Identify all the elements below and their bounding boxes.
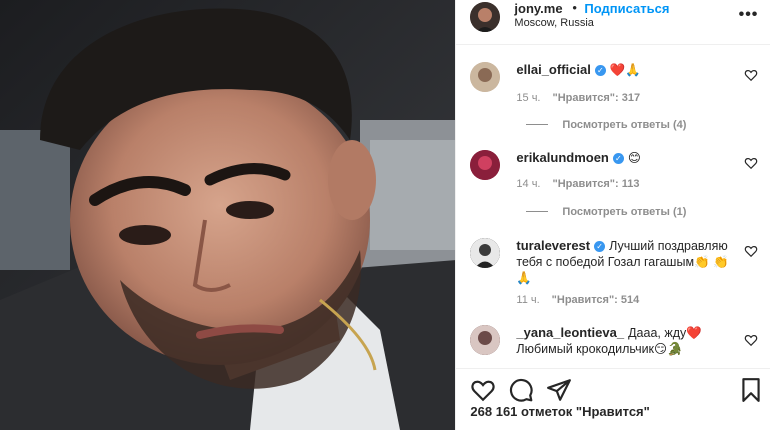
verified-badge-icon: ✓ [594, 241, 606, 252]
view-replies-button[interactable]: Посмотреть ответы (4) [526, 119, 686, 131]
heart-icon[interactable] [744, 68, 758, 82]
commenter-username[interactable]: erikalundmoen [516, 150, 608, 165]
commenter-avatar[interactable] [470, 325, 501, 355]
commenter-avatar[interactable] [470, 238, 501, 268]
comment-meta: 14 ч. "Нравится": 113 [516, 178, 639, 190]
comment-like-count[interactable]: "Нравится": 514 [552, 294, 640, 306]
replies-divider [526, 211, 549, 212]
comment-time: 15 ч. [516, 92, 541, 104]
post-actions-bar [456, 368, 770, 409]
comment-meta: 15 ч. "Нравится": 317 [516, 92, 640, 104]
verified-badge-icon: ✓ [612, 153, 624, 164]
separator-dot: • [572, 0, 577, 15]
post-header: jony.me • Подписаться Moscow, Russia ••• [456, 0, 770, 45]
comment-like-count[interactable]: "Нравится": 317 [553, 92, 641, 104]
view-replies-label: Посмотреть ответы (1) [562, 206, 687, 218]
comment-text: ellai_official ✓ ❤️🙏 [516, 62, 734, 78]
comment-like-count[interactable]: "Нравится": 113 [553, 178, 640, 190]
comment-time: 14 ч. [516, 178, 541, 190]
comment-text: erikalundmoen ✓ 😊 [516, 150, 734, 166]
comment-body: ❤️🙏 [609, 63, 641, 77]
more-dots-icon[interactable]: ••• [739, 6, 759, 24]
author-avatar[interactable] [470, 2, 501, 32]
heart-icon[interactable] [744, 156, 758, 170]
comment-meta: 11 ч. "Нравится": 514 [516, 294, 639, 306]
send-paper-plane-icon[interactable] [546, 377, 572, 403]
selfie-photo-image [0, 0, 456, 430]
bookmark-icon[interactable] [738, 377, 764, 403]
verified-badge-icon: ✓ [594, 65, 606, 76]
commenter-username[interactable]: _yana_leontieva_ [516, 325, 624, 340]
comment-text: _yana_leontieva_ Дааа, жду❤️ Любимый крок… [516, 325, 734, 357]
commenter-avatar[interactable] [470, 62, 501, 92]
view-replies-button[interactable]: Посмотреть ответы (1) [526, 206, 686, 218]
comment-bubble-icon[interactable] [508, 377, 534, 403]
author-username[interactable]: jony.me [514, 1, 562, 16]
comment-body: 😊 [627, 151, 641, 165]
post-photo[interactable] [0, 0, 456, 430]
replies-divider [526, 124, 549, 125]
comment-text: turaleverest ✓ Лучший поздравляю тебя с по… [516, 238, 734, 286]
follow-button[interactable]: Подписаться [584, 1, 669, 16]
commenter-avatar[interactable] [470, 150, 501, 180]
heart-icon[interactable] [744, 244, 758, 258]
heart-icon[interactable] [744, 333, 758, 347]
post-side-panel: jony.me • Подписаться Moscow, Russia •••… [455, 0, 770, 430]
post-location[interactable]: Moscow, Russia [514, 17, 593, 29]
comment-time: 11 ч. [516, 294, 540, 306]
likes-count[interactable]: 268 161 отметок "Нравится" [470, 404, 649, 419]
instagram-post: jony.me • Подписаться Moscow, Russia •••… [0, 0, 770, 430]
commenter-username[interactable]: turaleverest [516, 238, 590, 253]
heart-icon[interactable] [470, 377, 496, 403]
commenter-username[interactable]: ellai_official [516, 62, 590, 77]
view-replies-label: Посмотреть ответы (4) [562, 119, 687, 131]
